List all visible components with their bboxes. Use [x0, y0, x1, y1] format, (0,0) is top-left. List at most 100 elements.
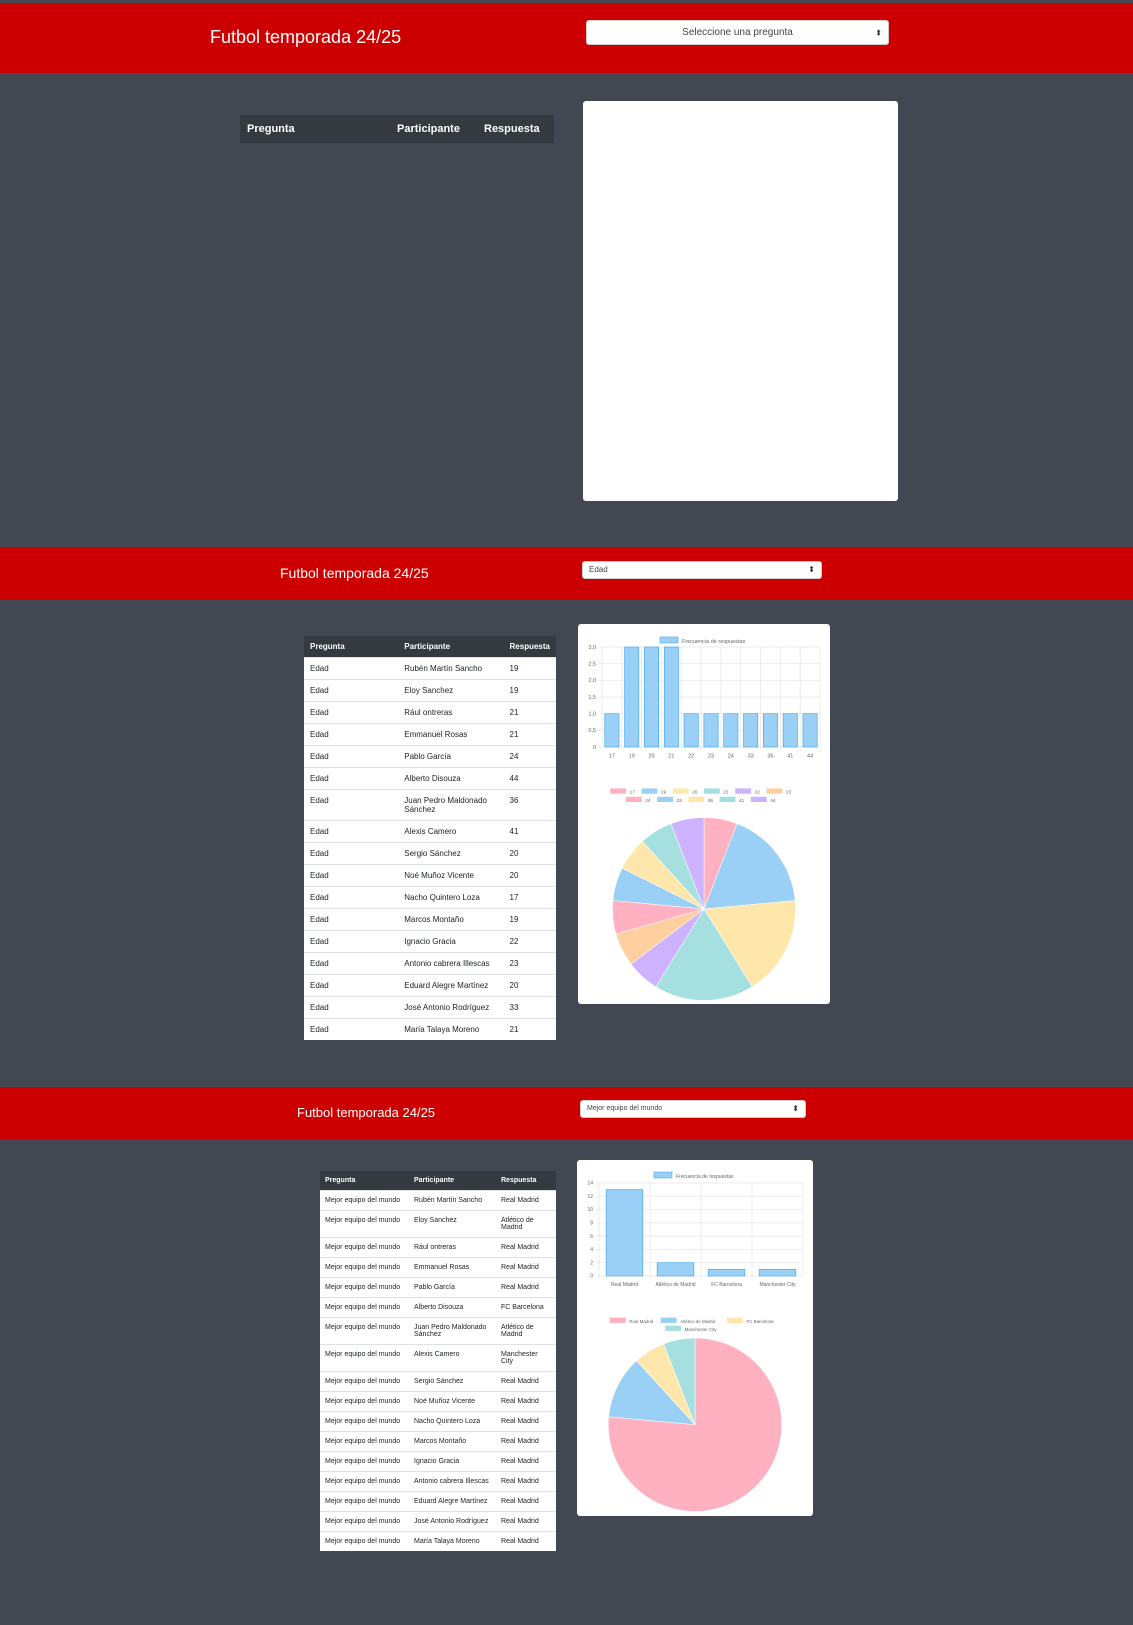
responses-table: Pregunta Participante Respuesta Edad Rubé…	[304, 636, 556, 1040]
team-bar-chart: Frecuencia de respuestas 0 2 4 6 8 10 12 14 Real …	[587, 1171, 804, 1288]
col-pregunta: Pregunta	[304, 636, 399, 658]
cell-pregunta: Edad	[304, 745, 399, 768]
table-row: Mejor equipo del mundo Sergio Sánchez Real…	[320, 1371, 556, 1392]
cell-participante: Pablo García	[398, 745, 504, 768]
header-bar: Futbol temporada 24/25 Seleccione una pr…	[0, 3, 1133, 73]
bar	[605, 1189, 644, 1277]
legend-swatch	[665, 1325, 682, 1331]
cell-participante: Eduard Alegre Martínez	[409, 1491, 496, 1512]
legend-swatch	[609, 1317, 626, 1323]
legend-swatch	[625, 796, 642, 803]
cell-pregunta: Mejor equipo del mundo	[320, 1391, 409, 1412]
cell-pregunta: Edad	[304, 952, 399, 975]
cell-pregunta: Edad	[304, 723, 399, 746]
legend-swatch	[610, 788, 627, 794]
y-tick-label: 3,0	[588, 645, 596, 651]
y-tick-label: 2,5	[588, 662, 596, 668]
y-tick-label: 14	[587, 1181, 593, 1187]
legend-swatch	[719, 796, 736, 803]
chart-card: Frecuencia de respuestas 0 2 4 6 8 10 12 14 Real …	[577, 1160, 813, 1516]
question-select[interactable]: Seleccione una pregunta ⬍	[586, 20, 889, 45]
legend-swatch	[657, 796, 673, 803]
legend-label: FC Barcelona	[747, 1319, 774, 1324]
legend-label: 17	[630, 790, 636, 796]
cell-participante: Marcos Montaño	[409, 1431, 496, 1452]
cell-respuesta: Manchester City	[496, 1344, 556, 1372]
x-tick-label: Real Madrid	[611, 1282, 638, 1288]
bar	[604, 713, 620, 748]
cell-pregunta: Mejor equipo del mundo	[320, 1277, 409, 1298]
chart-card-empty	[583, 101, 898, 501]
legend-label: Atlético de Madrid	[680, 1319, 716, 1324]
y-tick-label: 0	[590, 1274, 593, 1280]
cell-pregunta: Mejor equipo del mundo	[320, 1471, 409, 1492]
table-row: Mejor equipo del mundo Nacho Quintero Loz…	[320, 1411, 556, 1432]
cell-respuesta: 19	[503, 908, 556, 931]
app-title: Futbol temporada 24/25	[280, 565, 429, 581]
age-bar-chart: Frecuencia de respuestas 0 0,5 1,0 1,5 2,0 2,5…	[588, 636, 821, 760]
app-title: Futbol temporada 24/25	[210, 27, 402, 47]
cell-participante: Rubén Martín Sancho	[398, 657, 504, 680]
table-row: Edad Juan Pedro Maldonado Sánchez 36	[304, 789, 556, 821]
cell-participante: Rubén Martín Sancho	[409, 1190, 496, 1211]
header-bar: Futbol temporada 24/25 Mejor equipo del …	[0, 1087, 1133, 1139]
x-tick-label: FC Barcelona	[711, 1282, 742, 1288]
bar	[683, 713, 699, 748]
x-tick-label: 20	[648, 754, 654, 760]
legend-label: Manchester City	[685, 1327, 718, 1332]
cell-participante: Rául ontreras	[398, 701, 504, 724]
cell-pregunta: Edad	[304, 908, 399, 931]
legend-swatch	[672, 788, 689, 794]
question-select[interactable]: Edad ⬍	[582, 561, 822, 579]
cell-respuesta: 41	[503, 820, 556, 843]
cell-participante: Alberto Disouza	[409, 1297, 496, 1318]
cell-respuesta: 21	[503, 1018, 556, 1040]
table-header-row: Pregunta Participante Respuesta	[304, 636, 556, 658]
table-body: Edad Rubén Martín Sancho 19 Edad Eloy Sanche…	[304, 657, 556, 1040]
table-row: Edad Alexis Camero 41	[304, 820, 556, 843]
legend-swatch	[641, 788, 658, 794]
cell-pregunta: Mejor equipo del mundo	[320, 1210, 409, 1238]
y-tick-label: 0,5	[588, 728, 596, 734]
x-tick-label: Atlético de Madrid	[655, 1282, 695, 1288]
y-tick-label: 0	[593, 745, 596, 751]
col-participante: Participante	[390, 115, 477, 143]
legend-label: 33	[677, 798, 683, 804]
cell-respuesta: Real Madrid	[496, 1277, 556, 1298]
cell-participante: Alexis Camero	[409, 1344, 496, 1372]
cell-respuesta: 23	[503, 952, 556, 975]
legend-label: 24	[645, 798, 651, 804]
cell-participante: Ignacio Gracia	[398, 930, 504, 953]
cell-pregunta: Edad	[304, 930, 399, 953]
cell-respuesta: Atlético de Madrid	[496, 1210, 556, 1238]
cell-respuesta: 19	[503, 679, 556, 702]
cell-participante: Emmanuel Rosas	[409, 1257, 496, 1278]
cell-pregunta: Mejor equipo del mundo	[320, 1531, 409, 1551]
cell-participante: Nacho Quintero Loza	[409, 1411, 496, 1432]
cell-participante: Alexis Camero	[398, 820, 504, 843]
col-pregunta: Pregunta	[320, 1171, 409, 1191]
cell-respuesta: 21	[503, 701, 556, 724]
cell-respuesta: 44	[503, 767, 556, 790]
cell-pregunta: Edad	[304, 842, 399, 865]
pie-legend: 17 19 20 21 22 23 24 33 36 41 44	[610, 788, 792, 804]
y-tick-label: 6	[590, 1234, 593, 1240]
cell-respuesta: 17	[503, 886, 556, 909]
table-row: Edad Emmanuel Rosas 21	[304, 723, 556, 746]
table-row: Mejor equipo del mundo Ignacio Gracia Real…	[320, 1451, 556, 1472]
col-participante: Participante	[398, 636, 504, 658]
screen-mejor-equipo: Futbol temporada 24/25 Mejor equipo del …	[0, 1085, 1133, 1625]
table-row: Mejor equipo del mundo José Antonio Rodrí…	[320, 1511, 556, 1532]
cell-respuesta: Real Madrid	[496, 1391, 556, 1412]
legend-label: 20	[692, 790, 698, 796]
question-select[interactable]: Mejor equipo del mundo ⬍	[580, 1100, 806, 1118]
cell-pregunta: Edad	[304, 886, 399, 909]
cell-pregunta: Mejor equipo del mundo	[320, 1411, 409, 1432]
bar	[782, 713, 798, 748]
cell-participante: Rául ontreras	[409, 1237, 496, 1258]
select-arrow-icon: ⬍	[808, 565, 815, 574]
question-select-value: Seleccione una pregunta	[682, 27, 793, 38]
bar	[758, 1269, 797, 1277]
table-row: Mejor equipo del mundo Alexis Camero Manch…	[320, 1344, 556, 1372]
legend-label: Frecuencia de respuestas	[682, 639, 746, 645]
